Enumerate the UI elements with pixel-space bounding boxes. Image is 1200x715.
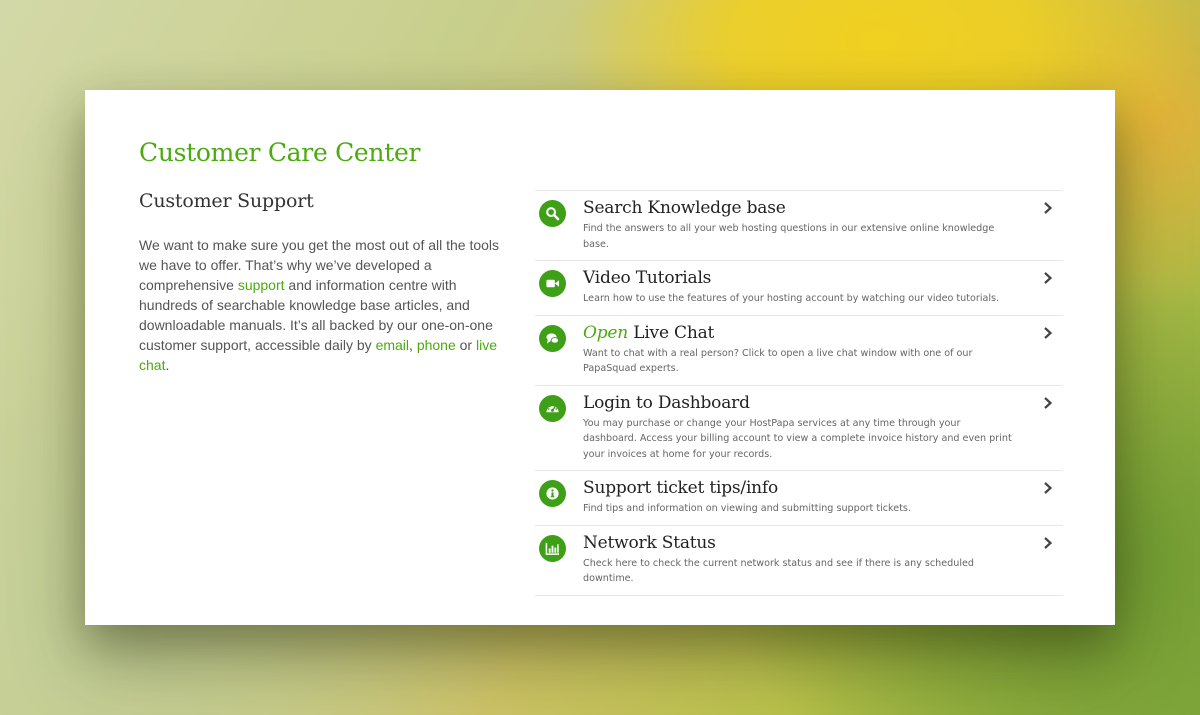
item-description: You may purchase or change your HostPapa… xyxy=(583,417,1012,460)
item-description: Want to chat with a real person? Click t… xyxy=(583,347,973,375)
email-link[interactable]: email xyxy=(376,337,409,353)
info-icon xyxy=(539,480,566,507)
customer-care-card: Customer Care Center Customer Support We… xyxy=(85,90,1115,625)
item-title: Network Status xyxy=(583,532,716,553)
search-icon xyxy=(539,200,566,227)
item-title: Open Live Chat xyxy=(583,322,1017,344)
open-label: Open xyxy=(583,322,629,343)
item-description: Find the answers to all your web hosting… xyxy=(583,223,995,250)
video-icon xyxy=(539,270,566,297)
phone-link[interactable]: phone xyxy=(417,337,456,353)
intro-text: , xyxy=(409,337,417,353)
open-live-chat-item[interactable]: Open Live Chat Want to chat with a real … xyxy=(535,316,1063,386)
bar-chart-icon xyxy=(539,534,566,562)
item-description: Find tips and information on viewing and… xyxy=(583,503,911,514)
login-to-dashboard-item[interactable]: Login to Dashboard You may purchase or c… xyxy=(535,386,1063,471)
support-ticket-tips-item[interactable]: Support ticket tips/info Find tips and i… xyxy=(535,471,1063,526)
item-description: Check here to check the current network … xyxy=(583,557,974,585)
chevron-right-icon xyxy=(1044,536,1053,549)
support-link[interactable]: support xyxy=(238,277,285,293)
section-title: Customer Support xyxy=(139,190,314,212)
network-status-item[interactable]: Network Status Check here to check the c… xyxy=(535,526,1063,596)
search-knowledge-base-item[interactable]: Search Knowledge base Find the answers t… xyxy=(535,191,1063,261)
item-title: Video Tutorials xyxy=(583,268,712,288)
chevron-right-icon xyxy=(1044,326,1053,339)
intro-text: . xyxy=(165,357,170,373)
intro-paragraph: We want to make sure you get the most ou… xyxy=(139,235,511,375)
item-title: Login to Dashboard xyxy=(583,392,750,413)
item-description: Learn how to use the features of your ho… xyxy=(583,293,1000,304)
page-title: Customer Care Center xyxy=(139,138,421,167)
chevron-right-icon xyxy=(1044,272,1053,284)
chevron-right-icon xyxy=(1044,396,1053,409)
item-title: Search Knowledge base xyxy=(583,198,786,218)
chevron-right-icon xyxy=(1044,202,1053,214)
video-tutorials-item[interactable]: Video Tutorials Learn how to use the fea… xyxy=(535,261,1063,316)
chat-icon xyxy=(539,324,566,352)
intro-text: or xyxy=(455,337,476,353)
item-title: Support ticket tips/info xyxy=(583,478,779,498)
dashboard-icon xyxy=(539,394,566,422)
support-options-list: Search Knowledge base Find the answers t… xyxy=(535,190,1063,596)
live-chat-label: Live Chat xyxy=(628,322,715,343)
chevron-right-icon xyxy=(1044,482,1053,494)
